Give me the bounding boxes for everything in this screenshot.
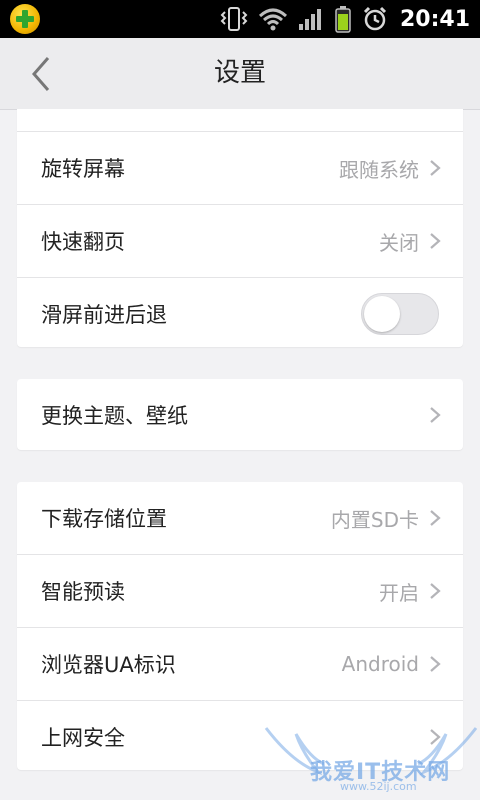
chevron-right-icon — [430, 656, 441, 672]
chevron-right-icon — [430, 583, 441, 599]
settings-group-theme: 更换主题、壁纸 — [17, 379, 463, 450]
360-security-icon[interactable] — [10, 4, 40, 34]
chevron-right-icon — [430, 160, 441, 176]
watermark-url: www.52ij.com — [340, 780, 417, 793]
page-title: 设置 — [213, 58, 266, 88]
setting-web-security[interactable]: 上网安全 — [17, 701, 463, 773]
chevron-right-icon — [430, 510, 441, 526]
setting-label: 下载存储位置 — [41, 507, 167, 531]
setting-label: 快速翻页 — [41, 230, 125, 254]
chevron-right-icon — [430, 729, 441, 745]
alarm-icon — [362, 6, 388, 32]
status-bar: 20:41 — [0, 0, 480, 38]
chevron-right-icon — [430, 406, 441, 423]
setting-label: 上网安全 — [41, 726, 125, 750]
setting-rotate-screen[interactable]: 旋转屏幕 跟随系统 — [17, 132, 463, 205]
toggle-knob — [364, 296, 400, 332]
setting-user-agent[interactable]: 浏览器UA标识 Android — [17, 628, 463, 701]
setting-smart-preload[interactable]: 智能预读 开启 — [17, 555, 463, 628]
settings-group-display: 旋转屏幕 跟随系统 快速翻页 关闭 滑屏前进后退 — [17, 109, 463, 347]
setting-download-location[interactable]: 下载存储位置 内置SD卡 — [17, 482, 463, 555]
chevron-right-icon — [430, 233, 441, 249]
wifi-icon — [258, 7, 288, 31]
clock: 20:41 — [399, 6, 470, 32]
setting-label: 更换主题、壁纸 — [41, 403, 188, 428]
setting-value: 关闭 — [379, 230, 419, 255]
setting-label: 滑屏前进后退 — [41, 303, 167, 327]
setting-fast-page-turn[interactable]: 快速翻页 关闭 — [17, 205, 463, 278]
title-bar: 设置 — [0, 38, 480, 110]
setting-label: 旋转屏幕 — [41, 157, 125, 181]
swipe-navigation-toggle[interactable] — [361, 293, 439, 335]
setting-change-theme[interactable]: 更换主题、壁纸 — [17, 379, 463, 450]
setting-label: 浏览器UA标识 — [41, 653, 176, 677]
setting-value: 跟随系统 — [339, 157, 419, 182]
setting-label: 智能预读 — [41, 580, 125, 604]
partial-row — [17, 109, 463, 132]
signal-icon — [298, 7, 324, 31]
battery-icon — [334, 5, 352, 33]
setting-swipe-navigation: 滑屏前进后退 — [17, 278, 463, 350]
setting-value: Android — [341, 652, 419, 676]
vibrate-icon — [220, 6, 248, 32]
setting-value: 内置SD卡 — [330, 507, 419, 532]
setting-value: 开启 — [379, 580, 419, 605]
settings-group-network: 下载存储位置 内置SD卡 智能预读 开启 浏览器UA标识 Android 上网安… — [17, 482, 463, 770]
